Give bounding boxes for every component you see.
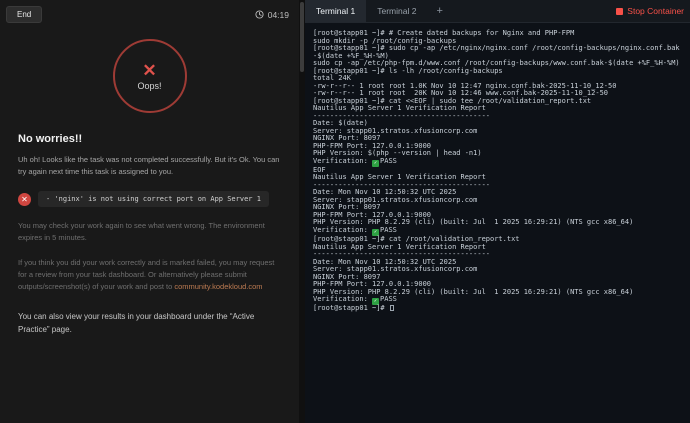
oops-label: Oops! [137,80,162,91]
terminal-line: [root@stapp01 ~]# [313,305,685,313]
left-topbar: End 04:19 [0,0,299,23]
fail-x-icon: ✕ [142,60,157,80]
error-x-icon: ✕ [18,192,31,206]
dashboard-note: You can also view your results in your d… [18,312,255,334]
tab-terminal-1[interactable]: Terminal 1 [305,0,367,22]
result-content: No worries!! Uh oh! Looks like the task … [0,133,299,337]
check-icon: ✓ [372,159,380,167]
result-intro: Uh oh! Looks like the task was not compl… [18,155,280,176]
stop-square-icon [616,7,624,15]
left-panel-scrollbar[interactable] [299,0,305,423]
error-message: - 'nginx' is not using correct port on A… [38,191,269,207]
timer-value: 04:19 [267,9,289,20]
terminal-cursor [389,305,394,312]
new-terminal-button[interactable]: + [427,0,451,22]
terminal-line: ----------------------------------------… [313,111,491,120]
clock-icon [255,10,264,19]
app-window: End 04:19 ✕ Oops! No worries!! Uh oh! Lo… [0,0,690,423]
error-row: ✕ - 'nginx' is not using correct port on… [18,191,281,207]
stop-container-button[interactable]: Stop Container [610,0,690,22]
terminal-line: Verification: ✓ PASS [313,156,397,167]
result-heading: No worries!! [18,133,83,145]
scrollbar-thumb[interactable] [300,2,304,72]
community-link[interactable]: community.kodekloud.com [174,282,262,291]
terminal-output[interactable]: [root@stapp01 ~]# # Create dated backups… [305,23,690,423]
terminal-line: [root@stapp01 ~]# ls -lh /root/config-ba… [313,66,503,75]
end-button[interactable]: End [6,6,43,23]
review-note: If you think you did your work correctly… [18,257,281,293]
oops-badge: ✕ Oops! [112,39,187,113]
terminal-line: [root@stapp01 ~]# sudo cp -ap /etc/nginx… [313,44,680,60]
tab-terminal-2[interactable]: Terminal 2 [366,0,427,22]
terminal-header: Terminal 1 Terminal 2 + Stop Container [305,0,690,23]
terminal-panel: Terminal 1 Terminal 2 + Stop Container [… [305,0,690,423]
check-note: You may check your work again to see wha… [18,221,265,242]
stop-container-label: Stop Container [627,6,684,16]
result-panel: End 04:19 ✕ Oops! No worries!! Uh oh! Lo… [0,0,299,423]
session-timer: 04:19 [255,10,289,20]
